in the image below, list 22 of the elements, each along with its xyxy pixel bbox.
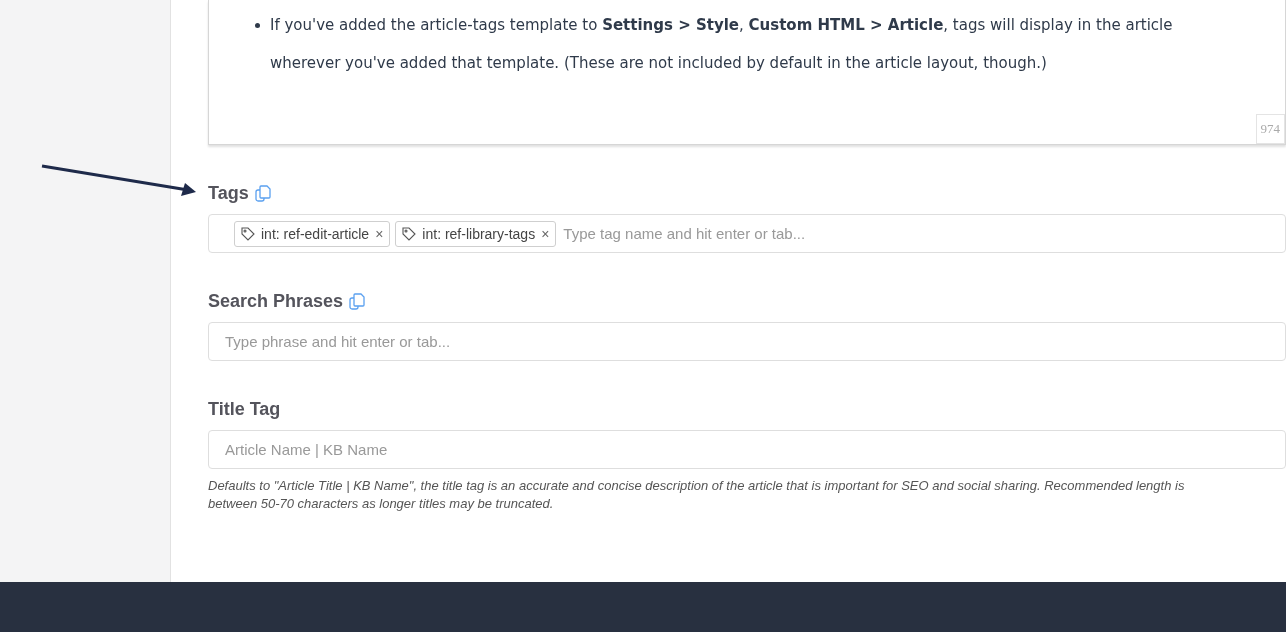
help-text: Defaults to "Article Title | KB Name", the title tag is an accurate and concise description of the article that is important for SEO and social sharing. Recommended length is between 50-70 characters as longer titles may be truncated. [208,477,1186,513]
tag-label: int: ref-edit-article [261,225,370,242]
editor-box[interactable] [208,0,1286,145]
tag-label: int: ref-library-tags [422,225,536,242]
field-label: Search Phrases [208,291,344,312]
arrow-icon [40,163,198,197]
input-field[interactable]: Type phrase and hit enter or tab... [208,322,1286,361]
tag-chip[interactable]: int: ref-library-tags × [395,220,557,247]
tag-chip[interactable]: int: ref-edit-article × [234,220,391,247]
field-label: Tags [208,183,249,204]
copy-icon[interactable] [349,293,367,310]
copy-icon[interactable] [254,185,272,202]
tag-icon [402,226,417,241]
bullet-icon [255,23,260,28]
field-label: Title Tag [208,399,281,420]
remove-tag-button[interactable]: × [375,225,384,242]
remove-tag-button[interactable]: × [541,225,550,242]
input-field[interactable]: Article Name | KB Name [208,430,1286,469]
bullet-text: If you've added the article-tags template to Settings > Style, Custom HTML > Article, tags will display in the article wherever you've added that template. (These are not included by default in the article layout, though.) [270,15,1174,74]
character-count: 974 [1255,114,1285,144]
tag-icon [241,226,255,241]
tags-field[interactable]: int: ref-edit-article × int: ref-library-tags × Type tag name and hit enter or tab... [208,214,1286,253]
